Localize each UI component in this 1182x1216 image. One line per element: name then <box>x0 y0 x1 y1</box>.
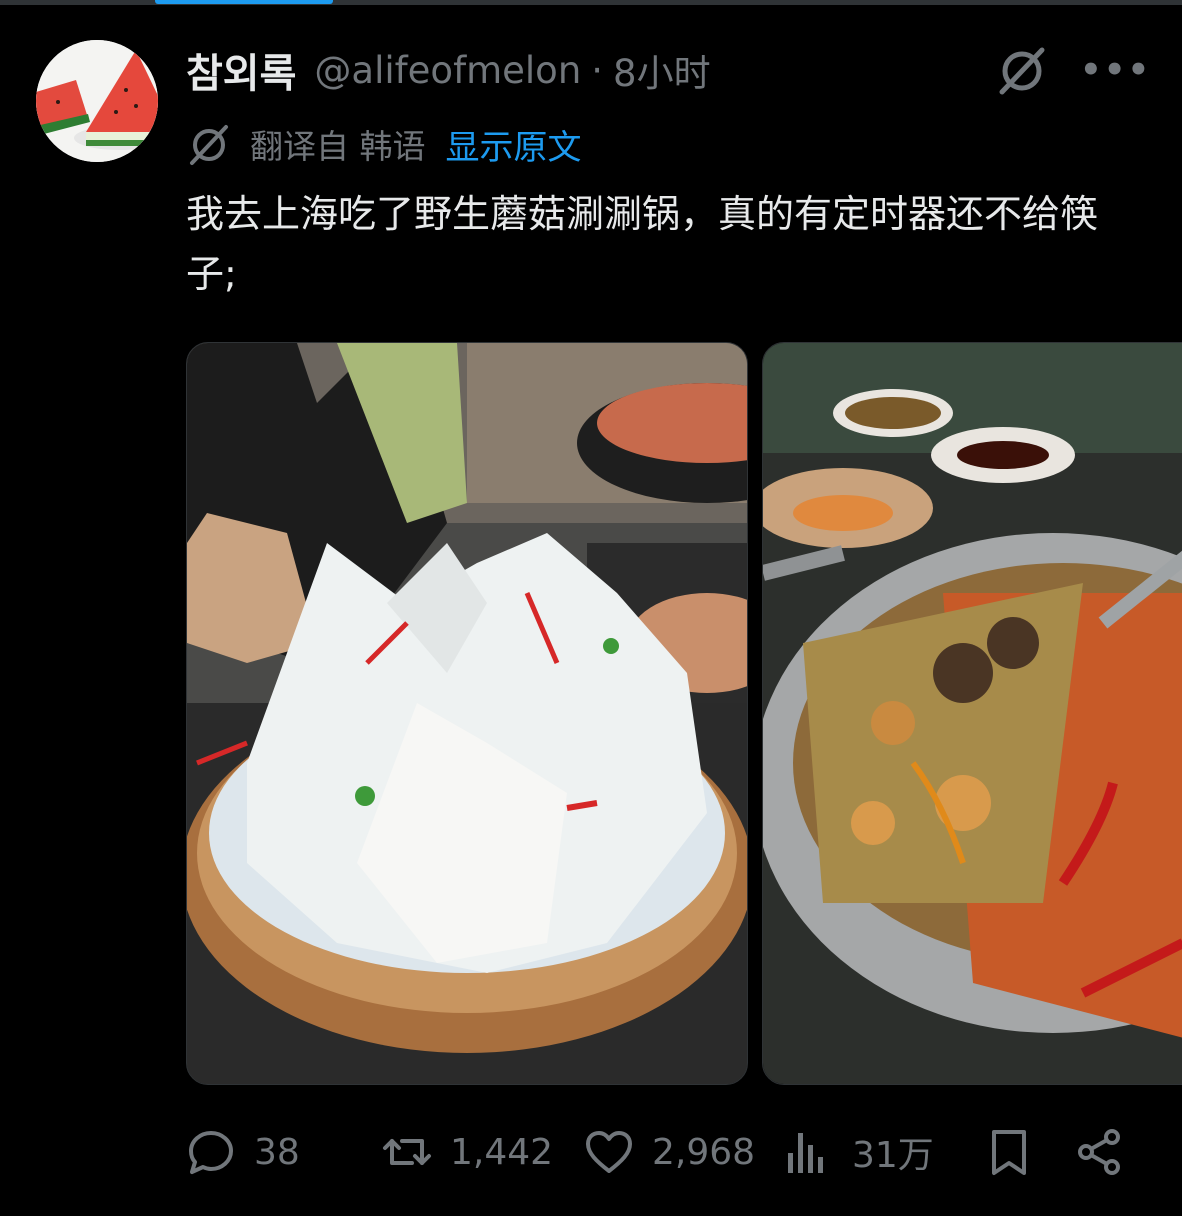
show-original-link[interactable]: 显示原文 <box>446 120 582 169</box>
active-tab-underline <box>155 0 333 4</box>
reply-button[interactable]: 38 <box>186 1120 300 1184</box>
view-count: 31万 <box>852 1135 934 1176</box>
tweet-header: 참외록 @alifeofmelon · 8小时 <box>186 41 711 99</box>
tweet-photo-mushroom-hotpot[interactable] <box>762 342 1182 1085</box>
post-time[interactable]: 8小时 <box>613 43 711 97</box>
retweet-count: 1,442 <box>450 1131 554 1173</box>
bookmark-button[interactable] <box>984 1120 1034 1184</box>
retweet-icon <box>383 1139 431 1165</box>
views-bar-chart-icon <box>788 1133 823 1173</box>
avatar[interactable] <box>36 40 158 162</box>
grok-icon[interactable] <box>994 42 1050 98</box>
share-icon <box>1078 1129 1120 1175</box>
translated-from-label: 翻译自 韩语 <box>250 127 426 166</box>
heart-icon <box>586 1131 632 1173</box>
tweet-photo-yuba-on-ice[interactable] <box>186 342 748 1085</box>
action-bar: 38 1,442 2,968 31万 <box>186 1120 1182 1184</box>
share-button[interactable] <box>1074 1120 1124 1184</box>
views-button[interactable]: 31万 <box>784 1120 934 1184</box>
user-handle[interactable]: @alifeofmelon <box>314 49 581 92</box>
display-name[interactable]: 참외록 <box>186 41 296 99</box>
retweet-button[interactable]: 1,442 <box>382 1120 553 1184</box>
translation-notice: 翻译自 韩语 显示原文 <box>186 120 582 168</box>
like-count: 2,968 <box>652 1131 756 1173</box>
reply-count: 38 <box>254 1131 300 1173</box>
top-tab-indicator <box>0 0 1182 5</box>
header-separator: · <box>591 48 604 92</box>
like-button[interactable]: 2,968 <box>584 1120 755 1184</box>
translate-icon <box>186 121 232 167</box>
watermelon-avatar-image <box>36 40 158 162</box>
bookmark-icon <box>992 1130 1026 1175</box>
more-dots-icon[interactable]: ••• <box>1080 52 1149 88</box>
tweet-text: 我去上海吃了野生蘑菇涮涮锅，真的有定时器还不给筷子; <box>186 192 1099 296</box>
reply-bubble-icon <box>189 1131 233 1174</box>
